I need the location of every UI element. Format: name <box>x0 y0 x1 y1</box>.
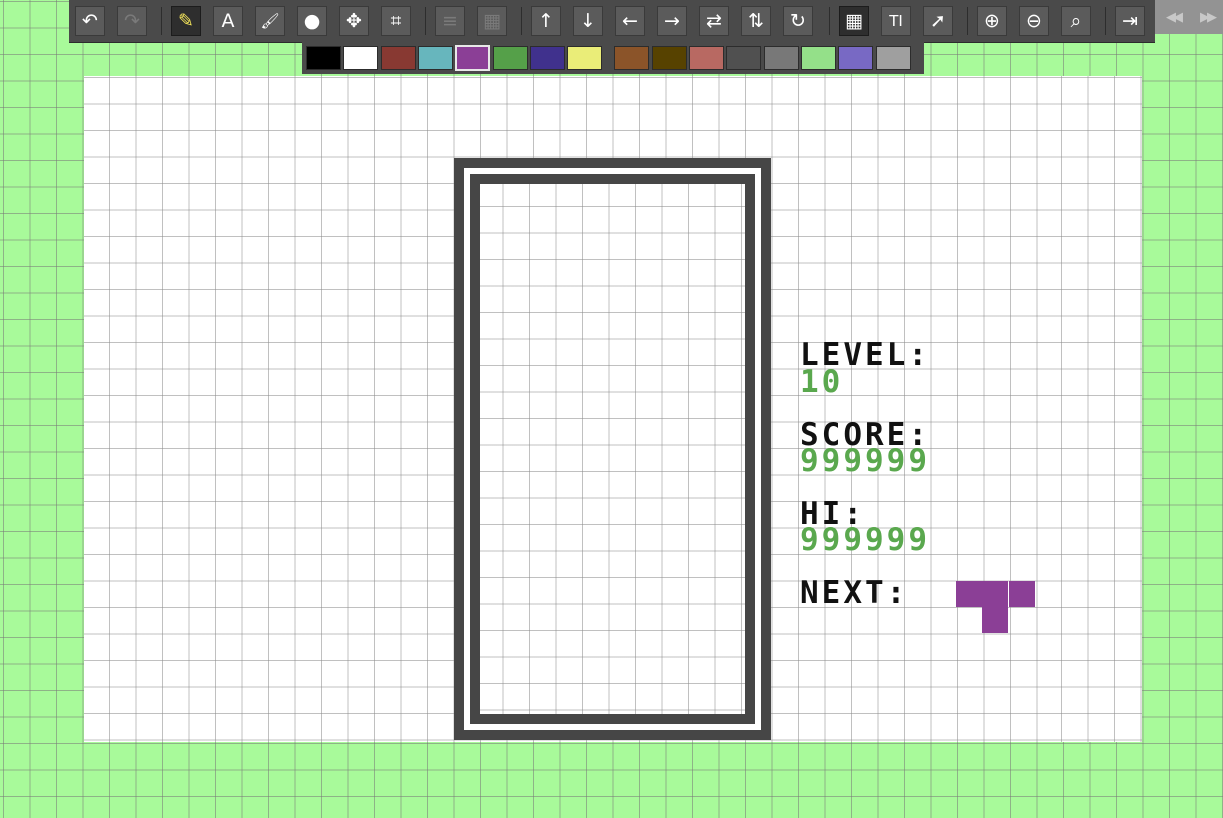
color-swatch[interactable] <box>455 45 491 71</box>
crop-tool-icon: ⌗ <box>390 10 402 32</box>
shift-right-button[interactable]: → <box>657 6 687 36</box>
toolbar-separator <box>161 7 162 35</box>
grid-toggle-icon: ▦ <box>845 10 863 32</box>
next-piece-block <box>956 581 982 607</box>
shift-left-icon: ← <box>622 10 638 32</box>
zoom-in-button[interactable]: ⊕ <box>977 6 1007 36</box>
layers-icon: ≡ <box>442 10 458 32</box>
level-value: 10 <box>800 364 844 400</box>
rewind-button[interactable]: ◀◀ <box>1159 3 1187 31</box>
move-tool-icon: ✥ <box>346 10 362 32</box>
color-swatch[interactable] <box>875 46 911 70</box>
text-size-icon: TI <box>889 12 903 30</box>
fast-forward-button[interactable]: ▶▶ <box>1193 3 1221 31</box>
crop-tool-button[interactable]: ⌗ <box>381 6 411 36</box>
next-piece-block <box>982 607 1009 634</box>
shift-left-button[interactable]: ← <box>615 6 645 36</box>
fast-forward-icon: ▶▶ <box>1200 9 1217 25</box>
rotate-button[interactable]: ↻ <box>783 6 813 36</box>
shift-down-button[interactable]: ↓ <box>573 6 603 36</box>
flip-vertical-button[interactable]: ⇅ <box>741 6 771 36</box>
fill-tool-icon: ● <box>303 10 321 32</box>
next-label: NEXT: <box>800 575 909 611</box>
rotate-icon: ↻ <box>790 10 806 32</box>
color-swatch[interactable] <box>651 46 687 70</box>
toolbar-separator <box>967 7 968 35</box>
color-swatch[interactable] <box>838 46 874 70</box>
color-palette <box>302 42 924 74</box>
shift-up-icon: ↑ <box>538 10 554 32</box>
color-swatch[interactable] <box>614 46 650 70</box>
color-swatch[interactable] <box>800 46 836 70</box>
toolbar: ↶ ↷ ✎ A 🖌 ● ✥ ⌗ ≡ ▦ ↑ ↓ ← → ⇄ ⇅ ↻ ▦ TI ➚ ⊕ ⊖ ⌕ ⇥ <box>69 0 1155 43</box>
flip-vertical-icon: ⇅ <box>748 10 764 32</box>
redo-icon: ↷ <box>124 10 140 32</box>
zoom-out-icon: ⊖ <box>1026 10 1042 32</box>
color-swatch[interactable] <box>689 46 724 70</box>
pencil-tool-icon: ✎ <box>178 10 194 32</box>
color-swatch[interactable] <box>306 46 341 70</box>
export-icon: ⇥ <box>1122 10 1138 32</box>
toolbar-separator <box>425 7 426 35</box>
redo-button: ↷ <box>117 6 147 36</box>
next-piece-block <box>982 581 1009 607</box>
hi-value: 999999 <box>800 522 930 558</box>
color-swatch[interactable] <box>763 46 799 70</box>
brush-tool-icon: 🖌 <box>260 12 280 30</box>
playfield <box>480 184 745 714</box>
color-swatch[interactable] <box>380 46 416 70</box>
grid-toggle-button[interactable]: ▦ <box>839 6 869 36</box>
shift-right-icon: → <box>664 10 680 32</box>
text-size-button[interactable]: TI <box>881 6 911 36</box>
next-piece-block <box>1008 581 1035 607</box>
toolbar-separator <box>1105 7 1106 35</box>
layers-button: ≡ <box>435 6 465 36</box>
color-swatch[interactable] <box>417 46 453 70</box>
text-tool-icon: A <box>221 10 235 32</box>
zoom-in-icon: ⊕ <box>984 10 1000 32</box>
launch-icon: ➚ <box>930 10 946 32</box>
toolbar-separator <box>829 7 830 35</box>
launch-button[interactable]: ➚ <box>923 6 953 36</box>
undo-button[interactable]: ↶ <box>75 6 105 36</box>
color-swatch[interactable] <box>492 46 528 70</box>
color-swatch[interactable] <box>567 46 603 70</box>
zoom-reset-icon: ⌕ <box>1070 10 1082 32</box>
history-nav: ◀◀ ▶▶ <box>1155 0 1223 34</box>
color-swatch[interactable] <box>529 46 565 70</box>
zoom-out-button[interactable]: ⊖ <box>1019 6 1049 36</box>
zoom-reset-button[interactable]: ⌕ <box>1061 6 1091 36</box>
brush-tool-button[interactable]: 🖌 <box>255 6 285 36</box>
fill-tool-button[interactable]: ● <box>297 6 327 36</box>
tiles-button: ▦ <box>477 6 507 36</box>
shift-down-icon: ↓ <box>580 10 596 32</box>
pencil-tool-button[interactable]: ✎ <box>171 6 201 36</box>
score-value: 999999 <box>800 443 930 479</box>
shift-up-button[interactable]: ↑ <box>531 6 561 36</box>
color-swatch[interactable] <box>343 46 379 70</box>
text-tool-button[interactable]: A <box>213 6 243 36</box>
toolbar-separator <box>521 7 522 35</box>
move-tool-button[interactable]: ✥ <box>339 6 369 36</box>
tiles-icon: ▦ <box>483 10 501 32</box>
undo-icon: ↶ <box>82 10 98 32</box>
export-button[interactable]: ⇥ <box>1115 6 1145 36</box>
color-swatch[interactable] <box>726 46 762 70</box>
rewind-icon: ◀◀ <box>1166 9 1183 25</box>
flip-horizontal-icon: ⇄ <box>706 10 722 32</box>
flip-horizontal-button[interactable]: ⇄ <box>699 6 729 36</box>
